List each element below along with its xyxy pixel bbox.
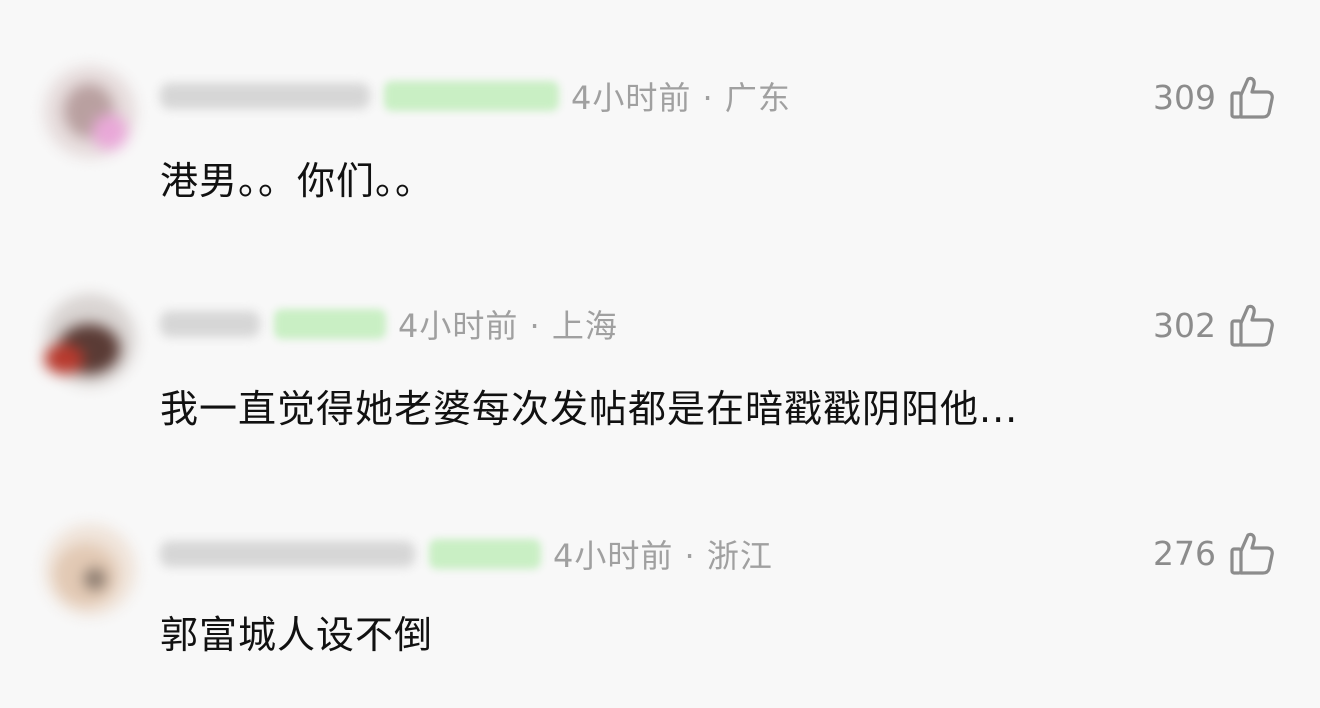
user-badge-redacted [274,309,386,339]
username-redacted[interactable] [160,541,415,567]
like-count: 276 [1153,533,1216,573]
avatar-accent [44,344,84,374]
comment-text[interactable]: 我一直觉得她老婆每次发帖都是在暗戳戳阴阳他... [160,378,1018,433]
avatar[interactable] [44,66,136,158]
username-redacted[interactable] [160,83,370,109]
like-count: 302 [1153,305,1216,345]
comment-meta: 4小时前 · 上海 [160,302,618,346]
avatar-accent [84,568,106,590]
username-redacted[interactable] [160,311,260,337]
like-count: 309 [1153,77,1216,117]
comment-meta: 4小时前 · 浙江 [160,532,773,576]
comment-time-location: 4小时前 · 广东 [571,79,791,117]
comment-text[interactable]: 郭富城人设不倒 [160,604,433,659]
comment-time-location: 4小时前 · 浙江 [553,537,773,575]
user-badge-redacted [429,539,541,569]
comment-meta: 4小时前 · 广东 [160,74,791,118]
like-button[interactable]: 309 [1153,72,1276,122]
like-button[interactable]: 276 [1153,528,1276,578]
thumbs-up-icon[interactable] [1228,529,1276,577]
comment-time-location: 4小时前 · 上海 [398,307,618,345]
thumbs-up-icon[interactable] [1228,73,1276,121]
thumbs-up-icon[interactable] [1228,301,1276,349]
like-button[interactable]: 302 [1153,300,1276,350]
avatar-accent [92,114,128,150]
avatar[interactable] [44,524,136,616]
avatar[interactable] [44,294,136,386]
user-badge-redacted [384,81,559,111]
comment-text[interactable]: 港男。。你们。。 [160,150,434,205]
